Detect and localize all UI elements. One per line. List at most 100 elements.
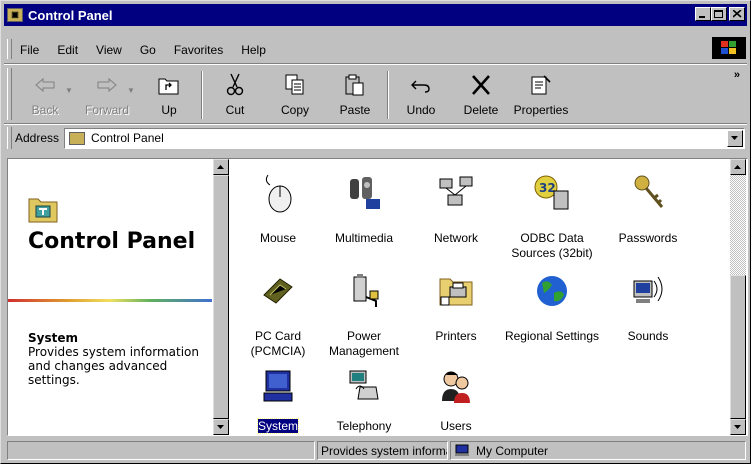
my-computer-icon xyxy=(455,444,469,456)
item-printers[interactable]: Printers xyxy=(408,271,504,344)
item-label: Telephony xyxy=(336,419,392,433)
item-network[interactable]: Network xyxy=(408,173,504,246)
menu-file[interactable]: File xyxy=(11,43,48,57)
undo-label: Undo xyxy=(406,103,436,117)
item-label: PC Card (PCMCIA) xyxy=(250,329,306,358)
status-zone-label: My Computer xyxy=(476,443,549,458)
menu-view[interactable]: View xyxy=(87,43,131,57)
control-panel-large-icon xyxy=(28,195,58,226)
standard-toolbar: Back ▼ Forward ▼ Up Cut Copy Paste Undo xyxy=(15,68,571,122)
item-label: Mouse xyxy=(259,231,297,245)
users-icon xyxy=(436,367,476,407)
control-panel-window: ▣ Control Panel File Edit View Go Favori… xyxy=(0,0,751,464)
paste-button[interactable]: Paste xyxy=(325,68,385,122)
selected-item-name: System xyxy=(28,331,78,345)
address-dropdown-button[interactable] xyxy=(727,129,743,147)
cut-label: Cut xyxy=(225,103,245,117)
item-multimedia[interactable]: Multimedia xyxy=(316,173,412,246)
network-icon xyxy=(436,173,476,213)
up-folder-icon xyxy=(158,78,179,95)
close-icon xyxy=(732,10,742,18)
item-telephony[interactable]: Telephony xyxy=(316,367,412,434)
properties-button[interactable]: Properties xyxy=(511,68,571,122)
selected-item-label: System xyxy=(256,418,300,434)
scissors-icon xyxy=(226,73,244,96)
icon-grid: Mouse Multimedia Network 32 ODBC Data So… xyxy=(230,159,728,435)
up-button[interactable]: Up xyxy=(139,68,199,122)
item-power-management[interactable]: Power Management xyxy=(316,271,412,359)
address-value: Control Panel xyxy=(91,131,164,145)
item-label: Users xyxy=(440,419,472,433)
item-label: Multimedia xyxy=(334,231,394,245)
scroll-thumb[interactable] xyxy=(730,275,746,419)
item-regional-settings[interactable]: Regional Settings xyxy=(504,271,600,344)
item-users[interactable]: Users xyxy=(408,367,504,434)
folder-view: Control Panel System Provides system inf… xyxy=(7,158,748,436)
scroll-down-button[interactable] xyxy=(730,419,746,435)
undo-button[interactable]: Undo xyxy=(391,68,451,122)
close-button[interactable] xyxy=(729,7,745,21)
item-mouse[interactable]: Mouse xyxy=(230,173,326,246)
paste-label: Paste xyxy=(339,103,371,117)
computer-icon xyxy=(258,367,298,407)
menu-bar: File Edit View Go Favorites Help xyxy=(11,39,751,61)
item-label: Network xyxy=(433,231,478,245)
item-sounds[interactable]: Sounds xyxy=(600,271,696,344)
item-system[interactable]: System xyxy=(230,367,326,434)
scroll-down-button[interactable] xyxy=(213,419,229,435)
forward-arrow-icon xyxy=(97,77,117,93)
copy-label: Copy xyxy=(280,103,309,117)
info-pane-scrollbar[interactable] xyxy=(213,159,229,435)
control-panel-icon: ▣ xyxy=(7,8,23,22)
speaker-icon xyxy=(628,271,668,311)
menu-help[interactable]: Help xyxy=(232,43,275,57)
maximize-icon xyxy=(714,9,723,18)
item-pc-card[interactable]: PC Card (PCMCIA) xyxy=(230,271,326,359)
printers-folder-icon xyxy=(436,271,476,311)
scroll-up-button[interactable] xyxy=(213,159,229,175)
status-bar: Provides system informal My Computer xyxy=(7,441,748,461)
scroll-thumb[interactable] xyxy=(213,175,229,419)
telephony-icon xyxy=(344,367,384,407)
copy-button[interactable]: Copy xyxy=(265,68,325,122)
delete-button[interactable]: Delete xyxy=(451,68,511,122)
icon-view-scrollbar[interactable] xyxy=(730,159,746,435)
back-dropdown-icon[interactable]: ▼ xyxy=(65,68,77,122)
address-bar: Address Control Panel xyxy=(15,126,745,150)
paste-icon xyxy=(345,74,364,96)
info-pane-title: Control Panel xyxy=(28,229,196,254)
scroll-up-button[interactable] xyxy=(730,159,746,175)
back-label: Back xyxy=(31,103,59,117)
item-label: Regional Settings xyxy=(504,329,600,343)
toolbar-grip[interactable] xyxy=(7,68,12,120)
svg-text:32: 32 xyxy=(539,181,556,195)
address-field[interactable]: Control Panel xyxy=(64,127,745,149)
webview-info-pane: Control Panel System Provides system inf… xyxy=(8,159,212,435)
chevron-up-icon xyxy=(734,164,741,169)
chevron-down-icon xyxy=(217,424,224,429)
forward-label: Forward xyxy=(84,103,129,117)
cut-button[interactable]: Cut xyxy=(205,68,265,122)
band-separator xyxy=(4,63,747,65)
power-icon xyxy=(344,271,384,311)
pc-card-icon xyxy=(258,271,298,311)
address-grip[interactable] xyxy=(7,127,12,149)
menu-favorites[interactable]: Favorites xyxy=(165,43,232,57)
chevron-down-icon xyxy=(731,135,738,140)
item-odbc[interactable]: 32 ODBC Data Sources (32bit) xyxy=(504,173,600,261)
properties-label: Properties xyxy=(513,103,569,117)
minimize-button[interactable] xyxy=(695,7,711,21)
item-passwords[interactable]: Passwords xyxy=(600,173,696,246)
toolbar-more-chevron[interactable]: » xyxy=(734,69,740,81)
control-panel-small-icon xyxy=(69,131,86,145)
maximize-button[interactable] xyxy=(711,7,727,21)
title-bar[interactable]: ▣ Control Panel xyxy=(4,4,747,26)
toolbar-separator xyxy=(387,71,389,119)
copy-icon xyxy=(285,74,304,95)
item-label: ODBC Data Sources (32bit) xyxy=(511,231,593,260)
globe-icon xyxy=(532,271,572,311)
menu-go[interactable]: Go xyxy=(131,43,165,57)
menu-edit[interactable]: Edit xyxy=(48,43,87,57)
status-description: Provides system informal xyxy=(317,441,448,460)
forward-dropdown-icon[interactable]: ▼ xyxy=(127,68,139,122)
